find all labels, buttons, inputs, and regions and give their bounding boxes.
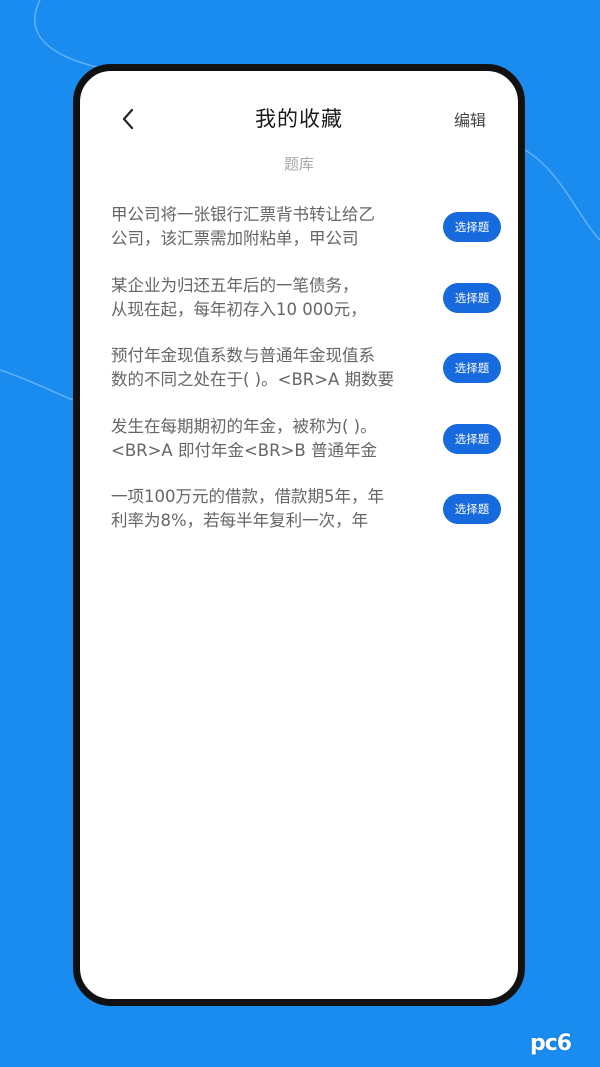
- question-line-2: 利率为8%，若每半年复利一次，年: [111, 511, 369, 530]
- question-text: 某企业为归还五年后的一笔债务， 从现在起，每年初存入10 000元，: [111, 274, 411, 322]
- question-line-1: 甲公司将一张银行汇票背书转让给乙: [111, 205, 375, 224]
- watermark-logo: pc6: [530, 1031, 592, 1061]
- question-type-badge[interactable]: 选择题: [443, 282, 501, 313]
- question-text: 发生在每期期初的年金，被称为( )。 <BR>A 即付年金<BR>B 普通年金: [111, 415, 411, 463]
- list-item[interactable]: 某企业为归还五年后的一笔债务， 从现在起，每年初存入10 000元， 选择题: [111, 274, 501, 345]
- question-type-badge[interactable]: 选择题: [443, 212, 501, 242]
- list-item[interactable]: 一项100万元的借款，借款期5年，年 利率为8%，若每半年复利一次，年 选择题: [111, 485, 501, 556]
- question-text: 预付年金现值系数与普通年金现值系 数的不同之处在于( )。<BR>A 期数要: [111, 344, 411, 392]
- edit-button[interactable]: 编辑: [454, 107, 486, 131]
- question-type-badge[interactable]: 选择题: [443, 494, 501, 524]
- question-type-badge[interactable]: 选择题: [443, 423, 501, 454]
- watermark-text: pc6: [530, 1031, 572, 1056]
- question-text: 一项100万元的借款，借款期5年，年 利率为8%，若每半年复利一次，年: [111, 485, 411, 533]
- question-line-2: 从现在起，每年初存入10 000元，: [111, 299, 367, 319]
- question-line-1: 一项100万元的借款，借款期5年，年: [111, 487, 384, 506]
- list-item[interactable]: 甲公司将一张银行汇票背书转让给乙 公司，该汇票需加附粘单，甲公司 选择题: [111, 203, 501, 274]
- question-line-2: 数的不同之处在于( )。<BR>A 期数要: [111, 370, 395, 389]
- question-line-1: 预付年金现值系数与普通年金现值系: [111, 346, 375, 365]
- question-text: 甲公司将一张银行汇票背书转让给乙 公司，该汇票需加附粘单，甲公司: [111, 203, 411, 251]
- question-line-1: 某企业为归还五年后的一笔债务，: [111, 275, 359, 295]
- section-label: 题库: [283, 155, 314, 173]
- phone-frame: 我的收藏 编辑 题库 甲公司将一张银行汇票背书转让给乙 公司，该汇票需加附粘单，…: [73, 64, 525, 1006]
- page-title: 我的收藏: [255, 107, 343, 131]
- list-item[interactable]: 预付年金现值系数与普通年金现值系 数的不同之处在于( )。<BR>A 期数要 选…: [111, 344, 501, 415]
- question-line-2: <BR>A 即付年金<BR>B 普通年金: [111, 440, 377, 460]
- header: 我的收藏 编辑: [80, 97, 518, 141]
- list-item[interactable]: 发生在每期期初的年金，被称为( )。 <BR>A 即付年金<BR>B 普通年金 …: [111, 415, 501, 486]
- question-line-2: 公司，该汇票需加附粘单，甲公司: [111, 229, 359, 248]
- question-line-1: 发生在每期期初的年金，被称为( )。: [111, 416, 377, 436]
- favorites-list: 甲公司将一张银行汇票背书转让给乙 公司，该汇票需加附粘单，甲公司 选择题 某企业…: [111, 203, 501, 556]
- question-type-badge[interactable]: 选择题: [443, 353, 501, 383]
